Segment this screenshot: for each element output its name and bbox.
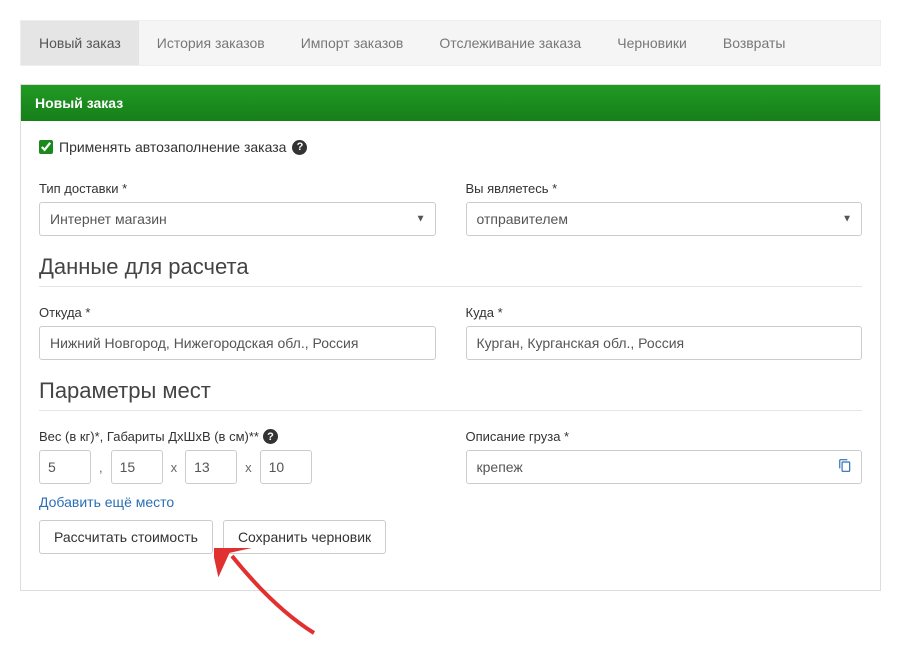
tab-tracking[interactable]: Отслеживание заказа	[421, 21, 599, 65]
tab-returns[interactable]: Возвраты	[705, 21, 804, 65]
role-select[interactable]: отправителем	[466, 202, 863, 236]
dim-separator: ,	[97, 460, 105, 475]
delivery-type-select[interactable]: Интернет магазин	[39, 202, 436, 236]
arrow-icon	[214, 548, 334, 638]
tab-history[interactable]: История заказов	[139, 21, 283, 65]
dims-label: Вес (в кг)*, Габариты ДхШхВ (в см)**	[39, 429, 259, 444]
tab-new-order[interactable]: Новый заказ	[21, 21, 139, 65]
separator	[39, 286, 862, 287]
delivery-type-label: Тип доставки *	[39, 181, 436, 196]
tab-drafts[interactable]: Черновики	[599, 21, 705, 65]
panel-body: Применять автозаполнение заказа ? Тип до…	[21, 121, 880, 590]
from-input[interactable]	[39, 326, 436, 360]
calculate-button[interactable]: Рассчитать стоимость	[39, 520, 213, 554]
panel-title: Новый заказ	[21, 85, 880, 121]
length-input[interactable]	[111, 450, 163, 484]
to-input[interactable]	[466, 326, 863, 360]
new-order-panel: Новый заказ Применять автозаполнение зак…	[20, 84, 881, 591]
width-input[interactable]	[185, 450, 237, 484]
question-icon[interactable]: ?	[292, 140, 307, 155]
autofill-checkbox[interactable]	[39, 140, 53, 154]
autofill-label: Применять автозаполнение заказа	[59, 139, 286, 155]
save-draft-button[interactable]: Сохранить черновик	[223, 520, 386, 554]
desc-label: Описание груза *	[466, 429, 863, 444]
params-section-title: Параметры мест	[39, 378, 862, 404]
role-label: Вы являетесь *	[466, 181, 863, 196]
desc-input[interactable]	[466, 450, 863, 484]
to-label: Куда *	[466, 305, 863, 320]
add-more-link[interactable]: Добавить ещё место	[39, 494, 436, 510]
height-input[interactable]	[260, 450, 312, 484]
autofill-row: Применять автозаполнение заказа ?	[39, 139, 862, 155]
dim-separator: х	[243, 460, 254, 475]
dim-separator: х	[169, 460, 180, 475]
separator	[39, 410, 862, 411]
copy-icon[interactable]	[838, 459, 852, 476]
tabs-bar: Новый заказ История заказов Импорт заказ…	[20, 20, 881, 66]
weight-input[interactable]	[39, 450, 91, 484]
tab-import[interactable]: Импорт заказов	[283, 21, 422, 65]
question-icon[interactable]: ?	[263, 429, 278, 444]
from-label: Откуда *	[39, 305, 436, 320]
calc-section-title: Данные для расчета	[39, 254, 862, 280]
